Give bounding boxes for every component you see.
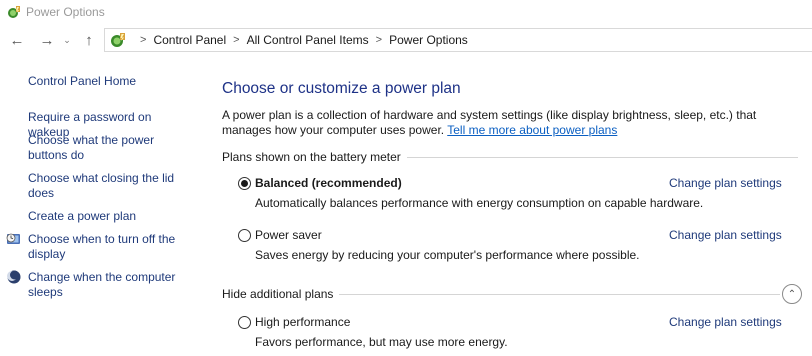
- power-options-icon: [111, 33, 125, 47]
- tell-me-more-link[interactable]: Tell me more about power plans: [447, 123, 617, 137]
- plan-power-saver-name[interactable]: Power saver: [255, 228, 322, 242]
- change-plan-settings-balanced[interactable]: Change plan settings: [669, 176, 782, 190]
- plan-balanced-name[interactable]: Balanced (recommended): [255, 176, 402, 190]
- navigation-bar: ← → ⌄ ↑ > Control Panel > All Control Pa…: [0, 28, 812, 52]
- radio-power-saver[interactable]: [238, 229, 251, 242]
- moon-icon: [7, 270, 21, 284]
- window-title: Power Options: [26, 5, 105, 19]
- radio-high-performance[interactable]: [238, 316, 251, 329]
- sidebar-link-closing-lid[interactable]: Choose what closing the lid does: [28, 171, 196, 201]
- recent-locations-icon[interactable]: ⌄: [60, 29, 74, 51]
- breadcrumb-control-panel[interactable]: Control Panel: [153, 33, 226, 47]
- power-options-icon: [8, 6, 20, 18]
- breadcrumb-power-options[interactable]: Power Options: [389, 33, 468, 47]
- sidebar-link-power-buttons[interactable]: Choose what the power buttons do: [28, 133, 196, 163]
- plan-power-saver-description: Saves energy by reducing your computer's…: [255, 248, 640, 262]
- section-battery-meter: Plans shown on the battery meter: [222, 150, 798, 164]
- page-title: Choose or customize a power plan: [222, 80, 461, 97]
- collapse-chevron-icon[interactable]: ⌃: [782, 284, 802, 304]
- sidebar-link-control-panel-home[interactable]: Control Panel Home: [28, 74, 196, 89]
- sidebar-link-computer-sleeps[interactable]: Change when the computer sleeps: [28, 270, 196, 300]
- intro-text: A power plan is a collection of hardware…: [222, 108, 807, 138]
- up-arrow-icon[interactable]: ↑: [78, 29, 100, 51]
- sidebar-link-create-plan[interactable]: Create a power plan: [28, 209, 196, 224]
- section-hide-additional: Hide additional plans ⌃: [222, 284, 802, 304]
- breadcrumb-separator[interactable]: >: [140, 34, 146, 46]
- breadcrumb-separator[interactable]: >: [233, 34, 239, 46]
- back-arrow-icon[interactable]: ←: [6, 29, 28, 51]
- breadcrumb-separator[interactable]: >: [376, 34, 382, 46]
- breadcrumb-all-items[interactable]: All Control Panel Items: [247, 33, 369, 47]
- change-plan-settings-high-performance[interactable]: Change plan settings: [669, 315, 782, 329]
- clock-monitor-icon: [6, 233, 20, 244]
- change-plan-settings-power-saver[interactable]: Change plan settings: [669, 228, 782, 242]
- radio-balanced[interactable]: [238, 177, 251, 190]
- forward-arrow-icon[interactable]: →: [36, 29, 58, 51]
- plan-high-performance-name[interactable]: High performance: [255, 315, 350, 329]
- plan-high-performance-description: Favors performance, but may use more ene…: [255, 335, 508, 349]
- section-hide-additional-label: Hide additional plans: [222, 287, 334, 301]
- section-battery-meter-label: Plans shown on the battery meter: [222, 150, 401, 164]
- sidebar-link-turn-off-display[interactable]: Choose when to turn off the display: [28, 232, 196, 262]
- divider: [406, 156, 798, 158]
- title-bar: Power Options: [0, 0, 812, 24]
- address-bar[interactable]: > Control Panel > All Control Panel Item…: [104, 28, 812, 52]
- plan-balanced-description: Automatically balances performance with …: [255, 196, 704, 210]
- divider: [339, 293, 780, 295]
